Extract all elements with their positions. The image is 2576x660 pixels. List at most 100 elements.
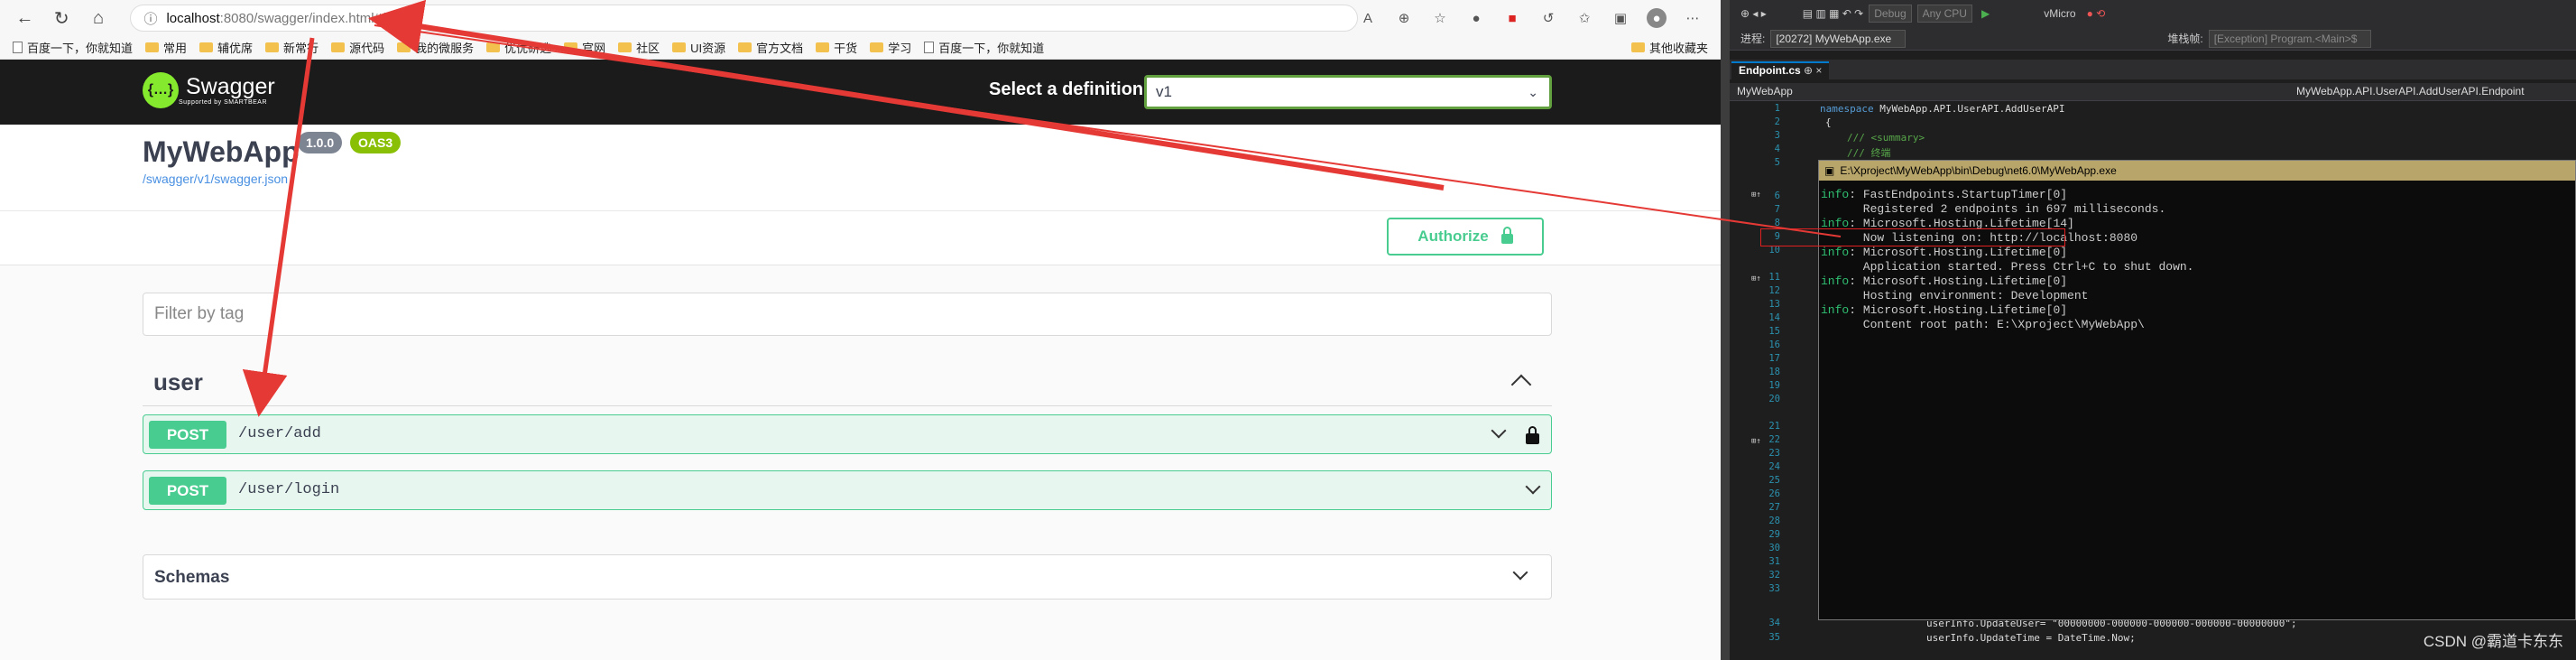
platform-select[interactable]: Any CPU: [1916, 5, 1972, 23]
console-line: Registered 2 endpoints in 697 millisecon…: [1821, 202, 2166, 216]
api-info: MyWebApp 1.0.0 OAS3 /swagger/v1/swagger.…: [0, 125, 1721, 211]
chevron-down-icon[interactable]: [1525, 479, 1541, 495]
chevron-down-icon[interactable]: [1491, 423, 1507, 439]
codelens-icon: ⊞↑: [1751, 437, 1761, 446]
chevron-down-icon: ⌄: [1528, 85, 1538, 99]
folder-icon: [816, 42, 830, 52]
run-icon[interactable]: ▶: [1981, 7, 1990, 20]
folder-icon: [870, 42, 884, 52]
log-level: info: [1821, 246, 1850, 259]
home-icon[interactable]: ⌂: [87, 5, 111, 31]
console-line: Application started. Press Ctrl+C to shu…: [1821, 260, 2194, 274]
folder-icon: [486, 42, 501, 52]
address-bar: ← ↻ ⌂ ⓘ localhost:8080/swagger/index.htm…: [0, 0, 1721, 36]
config-select[interactable]: Debug: [1869, 5, 1912, 23]
process-select[interactable]: [20272] MyWebApp.exe: [1770, 29, 1907, 48]
bookmark-item[interactable]: 干货: [816, 39, 857, 56]
console-line: info: Microsoft.Hosting.Lifetime[0]: [1821, 303, 2068, 317]
definition-select[interactable]: v1 ⌄: [1144, 75, 1552, 109]
toolbar-icons[interactable]: ▤ ▥ ▦ ↶ ↷: [1803, 7, 1863, 20]
operation-login[interactable]: POST /user/login: [143, 470, 1552, 510]
ide-window: ⊕ ◂ ▸ ▤ ▥ ▦ ↶ ↷ Debug Any CPU ▶ vMicro ●…: [1730, 0, 2576, 660]
swagger-logo[interactable]: {…} Swagger Supported by SMARTBEAR: [143, 72, 275, 108]
bookmark-item[interactable]: 新常行: [265, 39, 319, 56]
console-line: Hosting environment: Development: [1821, 289, 2089, 302]
folder-icon: [1630, 42, 1645, 52]
console-line: info: FastEndpoints.StartupTimer[0]: [1821, 188, 2068, 201]
sync-icon[interactable]: ↺: [1538, 8, 1558, 28]
bookmark-item[interactable]: 百度一下，你就知道: [13, 39, 133, 56]
definition-label: Select a definition: [989, 79, 1144, 99]
page-icon: [13, 42, 23, 53]
project-dropdown[interactable]: MyWebApp: [1737, 85, 1793, 98]
schemas-section[interactable]: Schemas: [143, 554, 1552, 600]
folder-icon: [618, 42, 632, 52]
schemas-label: Schemas: [154, 568, 230, 587]
editor-tabs: Endpoint.cs ⊕ ×: [1730, 60, 2576, 79]
bookmark-item[interactable]: 学习: [870, 39, 911, 56]
back-icon[interactable]: ←: [13, 5, 37, 31]
folder-icon: [199, 42, 214, 52]
watermark: CSDN @霸道卡东东: [2423, 633, 2563, 650]
bookmark-item[interactable]: UI资源: [672, 39, 725, 56]
oas-badge: OAS3: [350, 132, 402, 153]
vmicro-menu[interactable]: vMicro: [2044, 7, 2075, 20]
zoom-icon[interactable]: ⊕: [1394, 8, 1414, 28]
bookmark-item[interactable]: 社区: [618, 39, 660, 56]
bookmark-item[interactable]: 辅优席: [199, 39, 253, 56]
chevron-up-icon[interactable]: [1510, 374, 1532, 395]
log-level: info: [1821, 274, 1850, 288]
swagger-topbar: {…} Swagger Supported by SMARTBEAR Selec…: [0, 60, 1721, 125]
codelens-icon: ⊞↑: [1751, 274, 1761, 284]
bookmark-item[interactable]: 优优研选: [486, 39, 551, 56]
filter-input[interactable]: Filter by tag: [143, 293, 1552, 336]
authorize-button[interactable]: Authorize: [1387, 218, 1544, 256]
window-divider: [1721, 0, 1730, 660]
tab-endpoint-cs[interactable]: Endpoint.cs ⊕ ×: [1731, 61, 1830, 79]
lock-icon[interactable]: [1526, 426, 1539, 444]
bookmark-item[interactable]: 我的微服务: [397, 39, 474, 56]
bookmark-item[interactable]: 官网: [564, 39, 605, 56]
info-icon[interactable]: ⓘ: [143, 9, 157, 28]
browser-window: ← ↻ ⌂ ⓘ localhost:8080/swagger/index.htm…: [0, 0, 1721, 660]
tag-section-user[interactable]: user: [143, 358, 1552, 406]
bookmark-item[interactable]: 百度一下，你就知道: [924, 39, 1044, 56]
favorites-icon[interactable]: ✩: [1574, 8, 1594, 28]
avatar[interactable]: ●: [1647, 8, 1667, 28]
version-badge: 1.0.0: [298, 132, 343, 153]
method-badge: POST: [149, 477, 226, 505]
folder-icon: [672, 42, 687, 52]
debug-location-bar: 进程: [20272] MyWebApp.exe 堆栈帧: [Exception…: [1730, 27, 2576, 51]
bookmark-item[interactable]: 常用: [145, 39, 187, 56]
read-aloud-icon[interactable]: A: [1358, 8, 1378, 28]
more-icon[interactable]: ⋯: [1683, 8, 1703, 28]
folder-icon: [265, 42, 280, 52]
collections-icon[interactable]: ▣: [1611, 8, 1630, 28]
operation-add[interactable]: POST /user/add: [143, 414, 1552, 454]
type-dropdown[interactable]: MyWebApp.API.UserAPI.AddUserAPI.Endpoint: [2296, 85, 2525, 98]
line-gutter: 12345 6 7 8 9 10 11 12 13 14 15 16 17 18 19 20 21 22 2…: [1730, 101, 1786, 660]
navigate-icon[interactable]: ⊕ ◂ ▸: [1740, 7, 1767, 20]
favorite-icon[interactable]: ☆: [1430, 8, 1450, 28]
extension-icon[interactable]: ●: [1466, 8, 1486, 28]
method-badge: POST: [149, 421, 226, 449]
url-input[interactable]: ⓘ localhost:8080/swagger/index.html#/: [130, 5, 1358, 32]
console-line: Content root path: E:\Xproject\MyWebApp\: [1821, 318, 2145, 331]
refresh-icon[interactable]: ↻: [50, 5, 74, 31]
api-title: MyWebApp: [143, 135, 300, 168]
lock-icon: [1500, 227, 1513, 244]
spec-link[interactable]: /swagger/v1/swagger.json: [143, 172, 288, 186]
bookmark-other[interactable]: 其他收藏夹: [1630, 39, 1708, 56]
debug-icon[interactable]: ● ⟲: [2087, 7, 2106, 20]
bookmark-item[interactable]: 源代码: [331, 39, 384, 56]
bookmark-item[interactable]: 官方文档: [738, 39, 803, 56]
folder-icon: [331, 42, 346, 52]
logo-text: Swagger: [186, 73, 275, 99]
chevron-down-icon[interactable]: [1512, 564, 1528, 581]
operation-path: /user/login: [238, 481, 340, 498]
editor-navbar: MyWebApp MyWebApp.API.UserAPI.AddUserAPI…: [1730, 83, 2576, 101]
highlight-box: [1760, 228, 2065, 246]
log-level: info: [1821, 303, 1850, 317]
shield-icon[interactable]: ■: [1502, 8, 1522, 28]
stackframe-select[interactable]: [Exception] Program.<Main>$: [2208, 29, 2371, 48]
